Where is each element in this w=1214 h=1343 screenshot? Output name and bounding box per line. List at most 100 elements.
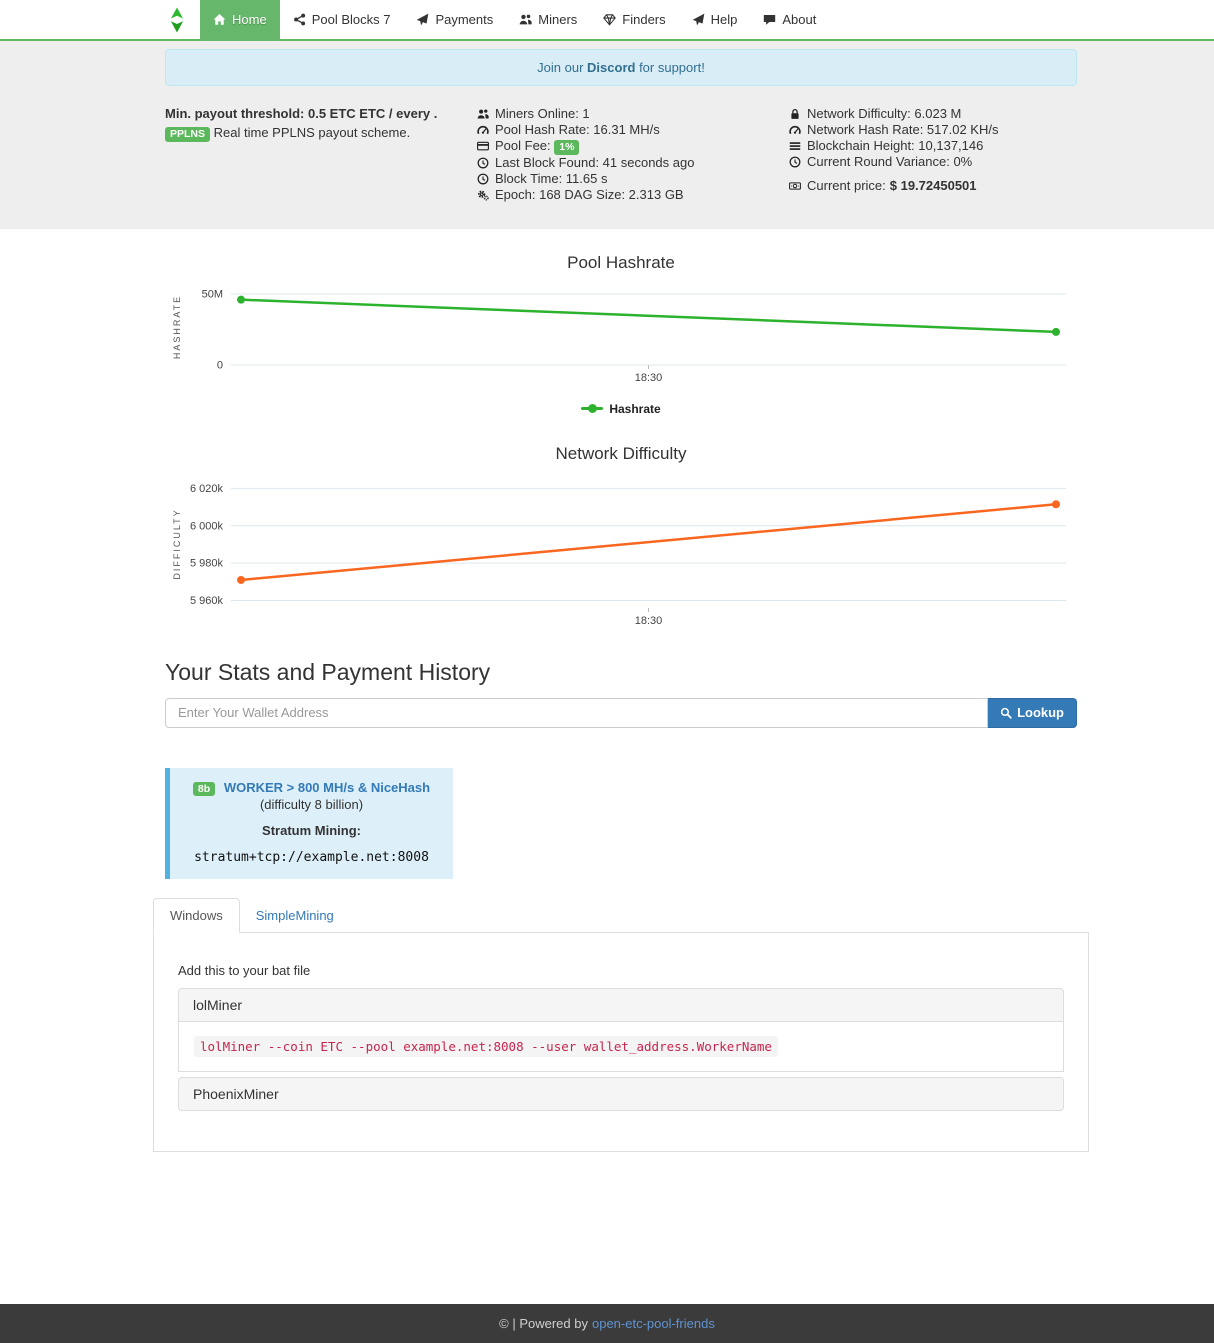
gem-icon xyxy=(603,13,616,26)
banner-text: Join our xyxy=(537,60,587,75)
accordion-lolminer[interactable]: lolMiner xyxy=(178,988,1064,1022)
svg-text:18:30: 18:30 xyxy=(634,372,662,384)
legend-label: Hashrate xyxy=(609,402,660,416)
svg-text:DIFFICULTY: DIFFICULTY xyxy=(172,508,182,579)
stats-strip: Join our Discord for support! Min. payou… xyxy=(0,41,1214,229)
svg-text:6 020k: 6 020k xyxy=(189,482,223,494)
nav-label: Miners xyxy=(538,12,577,27)
nav-item-help[interactable]: Help xyxy=(679,0,751,39)
credit-card-icon xyxy=(477,140,489,152)
etc-logo-icon xyxy=(168,7,186,33)
svg-text:5 980k: 5 980k xyxy=(189,557,223,569)
worker-info-box: 8b WORKER > 800 MH/s & NiceHash (difficu… xyxy=(165,768,453,880)
pool-fee-badge: 1% xyxy=(554,140,579,155)
nav-label: Help xyxy=(711,12,738,27)
pool-hashrate-chart-title: Pool Hashrate xyxy=(153,253,1089,273)
svg-text:HASHRATE: HASHRATE xyxy=(172,294,182,358)
nav-label: Home xyxy=(232,12,267,27)
nav-item-home[interactable]: Home xyxy=(200,0,280,41)
nav-item-payments[interactable]: Payments xyxy=(403,0,506,39)
stat-epoch-dag: Epoch: 168 DAG Size: 2.313 GB xyxy=(477,187,765,203)
current-price-value: $ 19.72450501 xyxy=(890,178,977,193)
stat-pool-fee: Pool Fee: 1% xyxy=(477,138,765,155)
brand-logo[interactable] xyxy=(153,0,200,39)
legend-marker xyxy=(581,404,603,413)
bars-icon xyxy=(789,140,801,152)
wallet-address-input[interactable] xyxy=(165,698,988,728)
page: Home Pool Blocks 7 Payments Miners Finde… xyxy=(0,0,1214,1343)
stat-round-variance: Current Round Variance: 0% xyxy=(789,154,1077,170)
nav-label: About xyxy=(782,12,816,27)
discord-banner: Join our Discord for support! xyxy=(165,49,1077,86)
paper-plane-icon xyxy=(692,13,705,26)
svg-text:0: 0 xyxy=(216,359,222,371)
payout-threshold: Min. payout threshold: 0.5 ETC ETC / eve… xyxy=(165,106,453,122)
stat-blockchain-height: Blockchain Height: 10,137,146 xyxy=(789,138,1077,154)
tab-windows[interactable]: Windows xyxy=(153,898,240,933)
svg-text:50M: 50M xyxy=(201,288,222,300)
lolminer-body: lolMiner --coin ETC --pool example.net:8… xyxy=(178,1022,1064,1072)
nav-item-pool-blocks[interactable]: Pool Blocks 7 xyxy=(280,0,404,39)
comment-icon xyxy=(763,13,776,26)
nav-label: Finders xyxy=(622,12,665,27)
share-icon xyxy=(293,13,306,26)
users-icon xyxy=(519,13,532,26)
tachometer-icon xyxy=(789,124,801,136)
paper-plane-icon xyxy=(416,13,429,26)
lookup-button[interactable]: Lookup xyxy=(988,698,1077,728)
network-difficulty-chart: 6 020k 6 000k 5 980k 5 960k 18:30 DIFFICULTY xyxy=(169,472,1074,639)
clock-icon xyxy=(477,173,489,185)
footer: © | Powered by open-etc-pool-friends xyxy=(0,1304,1214,1343)
tachometer-icon xyxy=(477,124,489,136)
money-icon xyxy=(789,180,801,192)
stratum-mining-label: Stratum Mining: xyxy=(180,823,443,838)
footer-text: © | Powered by xyxy=(499,1316,588,1331)
banner-text: for support! xyxy=(635,60,704,75)
clock-icon xyxy=(789,156,801,168)
stat-current-price: Current price:$ 19.72450501 xyxy=(789,178,1077,194)
search-icon xyxy=(1000,707,1012,719)
payout-scheme-text: Real time PPLNS payout scheme. xyxy=(214,125,411,140)
accordion-phoenixminer[interactable]: PhoenixMiner xyxy=(178,1077,1064,1111)
tab-simplemining[interactable]: SimpleMining xyxy=(240,898,350,932)
worker-subtitle: (difficulty 8 billion) xyxy=(180,797,443,812)
nav-label: Pool Blocks 7 xyxy=(312,12,391,27)
pool-stats-column: Miners Online: 1 Pool Hash Rate: 16.31 M… xyxy=(465,106,777,203)
nav-item-miners[interactable]: Miners xyxy=(506,0,590,39)
bat-file-intro: Add this to your bat file xyxy=(178,963,1064,978)
payout-column: Min. payout threshold: 0.5 ETC ETC / eve… xyxy=(153,106,465,203)
footer-link[interactable]: open-etc-pool-friends xyxy=(592,1316,715,1331)
pool-hashrate-chart: 50M 0 18:30 HASHRATE xyxy=(169,281,1074,396)
stat-miners-online: Miners Online: 1 xyxy=(477,106,765,122)
network-stats-column: Network Difficulty: 6.023 M Network Hash… xyxy=(777,106,1089,203)
lock-icon xyxy=(789,108,801,120)
stat-block-time: Block Time: 11.65 s xyxy=(477,171,765,187)
network-difficulty-chart-title: Network Difficulty xyxy=(153,444,1089,464)
nav-item-finders[interactable]: Finders xyxy=(590,0,678,39)
nav-item-about[interactable]: About xyxy=(750,0,829,39)
svg-text:6 000k: 6 000k xyxy=(189,520,223,532)
worker-difficulty-badge: 8b xyxy=(193,782,215,797)
svg-text:5 960k: 5 960k xyxy=(189,595,223,607)
clock-icon xyxy=(477,157,489,169)
stratum-url: stratum+tcp://example.net:8008 xyxy=(180,850,443,865)
cogs-icon xyxy=(477,189,489,201)
navbar: Home Pool Blocks 7 Payments Miners Finde… xyxy=(0,0,1214,41)
worker-title: WORKER > 800 MH/s & NiceHash xyxy=(224,780,430,795)
home-icon xyxy=(213,13,226,26)
stats-payment-heading: Your Stats and Payment History xyxy=(165,659,1077,686)
pplns-badge: PPLNS xyxy=(165,127,210,142)
users-icon xyxy=(477,108,489,120)
lolminer-command: lolMiner --coin ETC --pool example.net:8… xyxy=(194,1036,778,1057)
miner-setup-panel: Add this to your bat file lolMiner lolMi… xyxy=(153,932,1089,1152)
banner-discord-text: Discord xyxy=(587,60,635,75)
worker-title-line: 8b WORKER > 800 MH/s & NiceHash xyxy=(180,780,443,797)
nav-label: Payments xyxy=(435,12,493,27)
stat-network-difficulty: Network Difficulty: 6.023 M xyxy=(789,106,1077,122)
hashrate-legend: Hashrate xyxy=(153,402,1089,416)
stat-network-hashrate: Network Hash Rate: 517.02 KH/s xyxy=(789,122,1077,138)
miner-setup-tabs: Windows SimpleMining xyxy=(153,898,1089,932)
svg-text:18:30: 18:30 xyxy=(634,615,662,627)
stat-pool-hashrate: Pool Hash Rate: 16.31 MH/s xyxy=(477,122,765,138)
stat-last-block: Last Block Found: 41 seconds ago xyxy=(477,155,765,171)
